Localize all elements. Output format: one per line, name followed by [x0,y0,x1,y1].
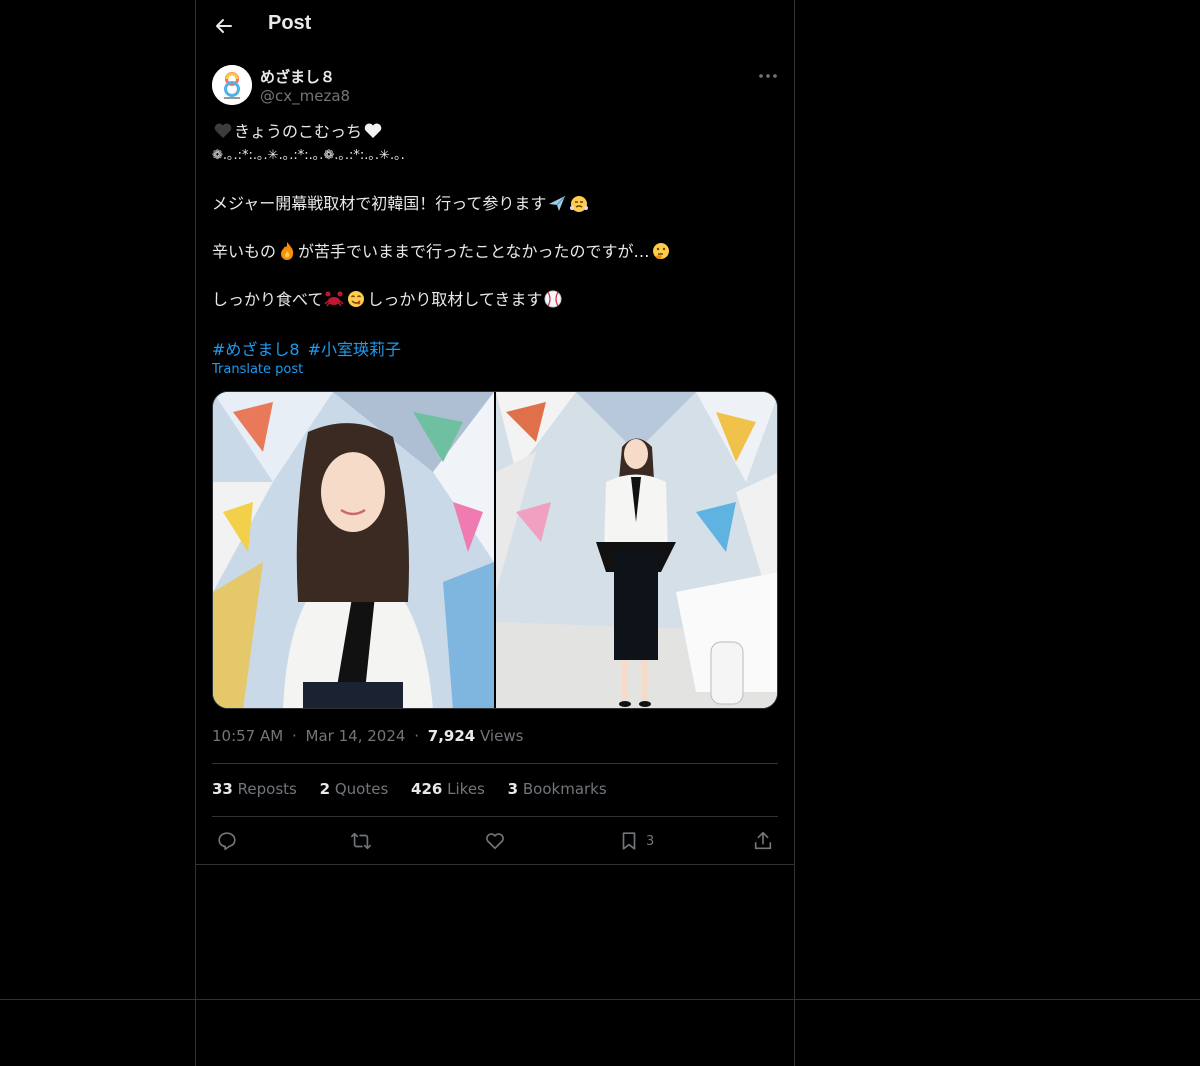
media-divider [494,392,496,708]
page-title: Post [268,12,312,34]
stat-count: 3 [507,780,519,798]
black-heart-icon [214,123,232,138]
post-line-text: しっかり取材してきます [367,290,543,309]
arrow-left-icon[interactable] [212,14,236,38]
post-bottom-divider [196,864,794,865]
stat-label: Reposts [237,780,297,798]
hashtags: #めざまし8 #小室瑛莉子 [212,336,409,360]
post-line: きょうのこむっち [212,120,778,144]
post-line: 辛いもの が苦手でいままで行ったことなかったのですが… [212,240,778,264]
like-button[interactable] [484,829,506,853]
mezamashi8-logo-icon [212,65,252,105]
avatar[interactable] [212,65,252,105]
stat-label: Bookmarks [522,780,607,798]
more-options-icon[interactable] [756,64,780,88]
author-handle[interactable]: @cx_meza8 [260,87,350,105]
post-text: きょうのこむっち ❁.｡.:*:.｡.✳︎.｡.:*:.｡.❁.｡.:*:.｡.… [212,120,778,312]
post-date[interactable]: Mar 14, 2024 [306,727,406,745]
meta-divider [212,763,778,764]
translate-post-link[interactable]: Translate post [212,362,303,377]
bookmark-count: 3 [646,833,655,849]
action-bar: 3 [196,817,794,865]
post-line: しっかり食べて しっかり取材してきます [212,288,778,312]
airplane-icon [549,195,566,211]
bookmark-icon [622,832,636,850]
heart-icon [486,833,504,850]
post-header: Post [196,0,794,53]
post-line-blank [212,168,778,192]
author-name[interactable]: めざまし８ [260,66,335,87]
share-button[interactable] [752,829,774,853]
stat-label: Likes [447,780,485,798]
stat-label: Quotes [334,780,389,798]
media-grid [212,391,778,709]
photo-1-image [213,392,494,708]
reposts-stat[interactable]: 33 Reposts [212,780,297,798]
views-count: 7,924 [427,727,476,745]
quotes-stat[interactable]: 2 Quotes [320,780,389,798]
meta-separator: · [414,727,419,745]
post-line-blank [212,264,778,288]
repost-icon [351,832,371,850]
repost-button[interactable] [350,829,372,853]
meta-separator: · [291,727,297,745]
hashtag-link[interactable]: #めざまし8 [212,340,300,359]
post-line-text: しっかり食べて [212,290,324,309]
triumph-face-icon [570,196,589,212]
stat-count: 426 [411,780,443,798]
reply-icon [218,832,236,851]
post-line-text: きょうのこむっち [234,122,363,141]
crab-icon [324,291,344,307]
post-line: ❁.｡.:*:.｡.✳︎.｡.:*:.｡.❁.｡.:*:.｡.✳︎.｡. [212,148,405,163]
photo-1[interactable] [213,392,494,708]
post-meta: 10:57 AM · Mar 14, 2024 · 7,924 Views [212,727,523,745]
hashtag-link[interactable]: #小室瑛莉子 [308,340,401,359]
thinking-face-icon [652,243,669,259]
post-time[interactable]: 10:57 AM [212,727,283,745]
post-line-text: メジャー開幕戦取材で初韓国！行って参ります [212,194,547,213]
right-column-border [794,0,795,1066]
share-icon [754,831,772,850]
likes-stat[interactable]: 426 Likes [411,780,485,798]
photo-2-image [496,392,777,708]
reply-button[interactable] [216,829,238,853]
baseball-icon [544,290,562,308]
yum-face-icon [348,291,365,307]
stat-count: 33 [212,780,233,798]
stat-count: 2 [319,780,331,798]
post-line-blank [212,216,778,240]
bookmark-button[interactable]: 3 [618,829,654,853]
photo-2[interactable] [496,392,777,708]
white-heart-icon [364,123,382,138]
fire-icon [281,242,294,260]
post-column: Post めざまし８ @cx_meza8 きょうのこむっち ❁.｡.:*:.｡.… [196,0,794,1066]
post-line-text: が苦手でいままで行ったことなかったのですが… [298,242,650,261]
post-stats: 33 Reposts 2 Quotes 426 Likes 3 Bookmark… [212,780,625,798]
post-line-text: 辛いもの [212,242,277,261]
views-label: Views [480,727,524,745]
bookmarks-stat[interactable]: 3 Bookmarks [508,780,607,798]
post-line: メジャー開幕戦取材で初韓国！行って参ります [212,192,778,216]
